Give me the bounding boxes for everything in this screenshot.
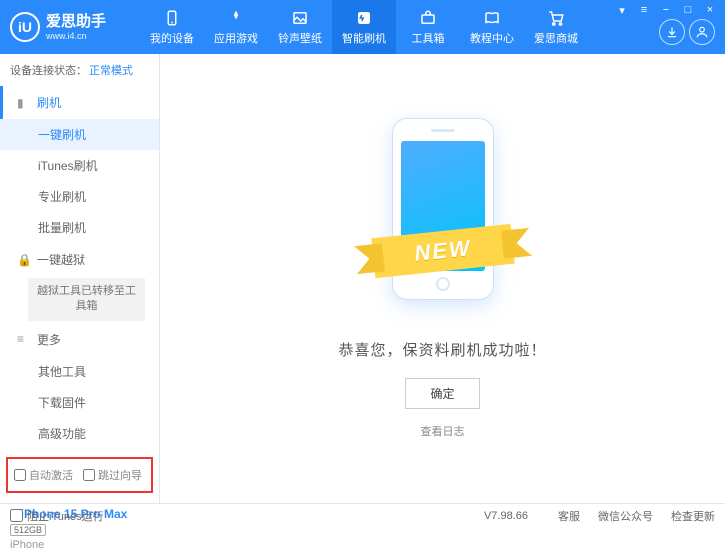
skip-setup-checkbox[interactable]: 跳过向导	[83, 467, 142, 483]
pin-button[interactable]: ▾	[615, 4, 629, 17]
menu-one-click-flash[interactable]: 一键刷机	[0, 119, 159, 150]
cart-icon	[546, 9, 566, 27]
menu-advanced[interactable]: 高级功能	[0, 418, 159, 449]
menu-itunes-flash[interactable]: iTunes刷机	[0, 150, 159, 181]
nav-flash[interactable]: 智能刷机	[332, 0, 396, 54]
device-icon	[162, 9, 182, 27]
success-message: 恭喜您，保资料刷机成功啦！	[338, 339, 546, 360]
menu-button[interactable]: ≡	[637, 4, 651, 17]
user-button[interactable]	[689, 19, 715, 45]
menu-download-firmware[interactable]: 下载固件	[0, 387, 159, 418]
menu-pro-flash[interactable]: 专业刷机	[0, 181, 159, 212]
sidebar: 设备连接状态：正常模式 ▮ 刷机 一键刷机 iTunes刷机 专业刷机 批量刷机…	[0, 54, 160, 503]
nav-apps[interactable]: 应用游戏	[204, 0, 268, 54]
logo-icon: iU	[10, 12, 40, 42]
main-content: NEW 恭喜您，保资料刷机成功啦！ 确定 查看日志	[160, 54, 725, 503]
nav-store[interactable]: 爱思商城	[524, 0, 588, 54]
maximize-button[interactable]: □	[681, 4, 695, 17]
toolbox-icon	[418, 9, 438, 27]
section-jailbreak[interactable]: 🔒 一键越狱	[0, 243, 159, 276]
storage-badge: 512GB	[10, 524, 46, 536]
update-link[interactable]: 检查更新	[671, 508, 715, 524]
support-link[interactable]: 客服	[558, 508, 580, 524]
wechat-link[interactable]: 微信公众号	[598, 508, 653, 524]
view-log-link[interactable]: 查看日志	[421, 423, 465, 439]
version-label: V7.98.66	[484, 510, 528, 522]
nav-tutorials[interactable]: 教程中心	[460, 0, 524, 54]
phone-icon: ▮	[17, 96, 31, 110]
block-itunes-checkbox[interactable]: 阻止iTunes运行	[10, 508, 104, 524]
menu-other-tools[interactable]: 其他工具	[0, 356, 159, 387]
options-box: 自动激活 跳过向导	[6, 457, 153, 493]
phone-illustration: NEW	[383, 119, 503, 319]
image-icon	[290, 9, 310, 27]
nav-ringtones[interactable]: 铃声壁纸	[268, 0, 332, 54]
ok-button[interactable]: 确定	[405, 378, 479, 409]
close-button[interactable]: ×	[703, 4, 717, 17]
book-icon	[482, 9, 502, 27]
device-status: 设备连接状态：正常模式	[0, 54, 159, 86]
menu-batch-flash[interactable]: 批量刷机	[0, 212, 159, 243]
refresh-icon	[354, 9, 374, 27]
jailbreak-note[interactable]: 越狱工具已转移至工具箱	[28, 278, 145, 321]
minimize-button[interactable]: −	[659, 4, 673, 17]
section-flash[interactable]: ▮ 刷机	[0, 86, 159, 119]
download-button[interactable]	[659, 19, 685, 45]
lock-icon: 🔒	[17, 253, 31, 267]
nav-my-device[interactable]: 我的设备	[140, 0, 204, 54]
nav-toolbox[interactable]: 工具箱	[396, 0, 460, 54]
logo[interactable]: iU 爱思助手 www.i4.cn	[10, 12, 140, 42]
auto-activate-checkbox[interactable]: 自动激活	[14, 467, 73, 483]
list-icon: ≡	[17, 332, 31, 346]
app-title: 爱思助手	[46, 13, 106, 31]
app-subtitle: www.i4.cn	[46, 31, 106, 42]
apps-icon	[226, 9, 246, 27]
section-more[interactable]: ≡ 更多	[0, 323, 159, 356]
top-nav: 我的设备 应用游戏 铃声壁纸 智能刷机 工具箱 教程中心 爱思商城	[140, 0, 659, 54]
